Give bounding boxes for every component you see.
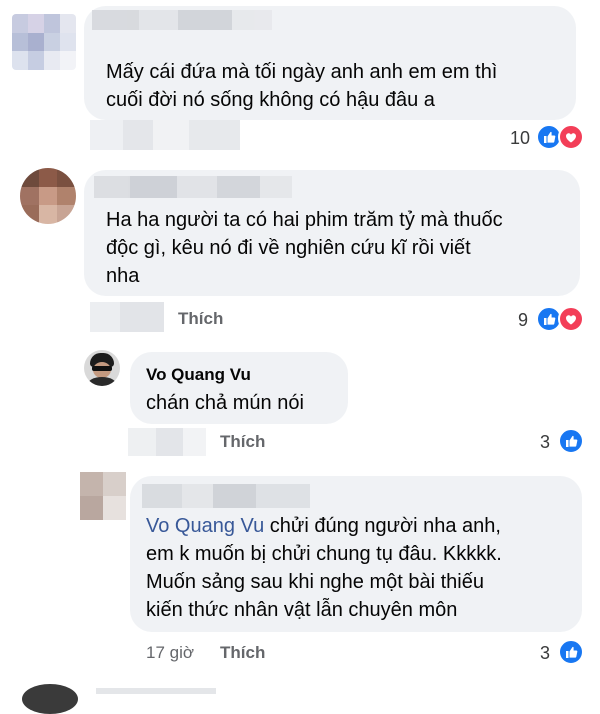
like-button[interactable]: Thích xyxy=(178,309,223,329)
comment-text: Vo Quang Vu chửi đúng người nha anh, em … xyxy=(146,515,502,621)
timestamp[interactable] xyxy=(128,428,206,456)
author-name[interactable] xyxy=(94,176,292,198)
timestamp[interactable]: 17 giờ xyxy=(146,643,194,663)
reaction-count[interactable]: 9 xyxy=(518,310,528,331)
comment-text: chán chả mún nói xyxy=(146,392,304,414)
author-name[interactable]: Vo Quang Vu xyxy=(146,365,251,385)
avatar[interactable] xyxy=(22,684,78,714)
author-name[interactable] xyxy=(92,10,272,30)
like-button[interactable]: Thích xyxy=(220,432,265,452)
love-icon xyxy=(558,124,584,150)
avatar[interactable] xyxy=(84,350,120,386)
reaction-count[interactable]: 10 xyxy=(510,128,530,149)
author-name xyxy=(96,688,216,694)
avatar[interactable] xyxy=(12,14,76,70)
mention-link[interactable]: Vo Quang Vu xyxy=(146,515,264,537)
timestamp[interactable] xyxy=(90,302,164,332)
avatar[interactable] xyxy=(20,168,76,224)
comment-text: Mấy cái đứa mà tối ngày anh anh em em th… xyxy=(106,61,498,111)
author-name[interactable] xyxy=(142,484,310,508)
comment-text: Ha ha người ta có hai phim trăm tỷ mà th… xyxy=(106,209,503,287)
love-icon xyxy=(558,306,584,332)
like-icon xyxy=(558,428,584,454)
reaction-count[interactable]: 3 xyxy=(540,643,550,664)
reaction-count[interactable]: 3 xyxy=(540,432,550,453)
avatar[interactable] xyxy=(80,472,126,520)
like-button[interactable]: Thích xyxy=(220,643,265,663)
like-icon xyxy=(558,639,584,665)
timestamp[interactable] xyxy=(90,120,240,150)
